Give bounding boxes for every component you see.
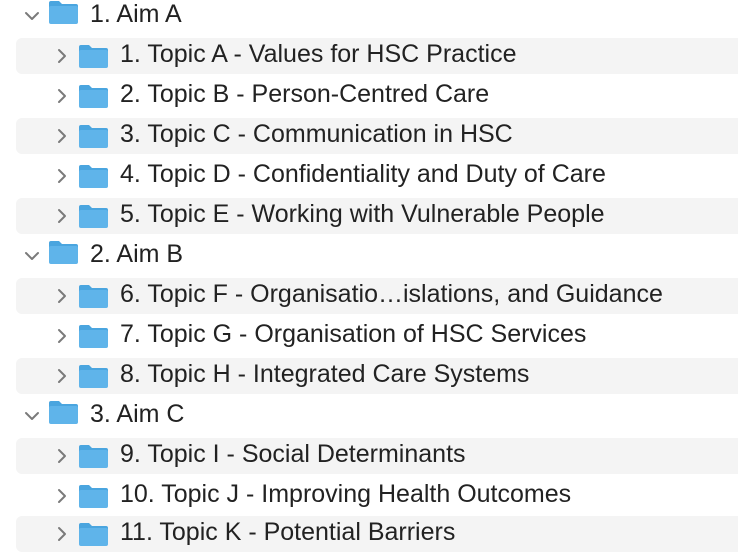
chevron-right-icon[interactable]: [53, 127, 71, 145]
folder-row-topic-c[interactable]: 3. Topic C - Communication in HSC: [0, 116, 738, 156]
folder-label: 11. Topic K - Potential Barriers: [120, 518, 456, 546]
folder-row-aim-c[interactable]: 3. Aim C: [0, 396, 738, 436]
folder-icon: [78, 521, 109, 547]
folder-label: 3. Topic C - Communication in HSC: [120, 120, 513, 148]
folder-label: 2. Topic B - Person-Centred Care: [120, 80, 490, 108]
folder-label: 10. Topic J - Improving Health Outcomes: [120, 480, 572, 508]
folder-label: 9. Topic I - Social Determinants: [120, 440, 466, 468]
chevron-right-icon[interactable]: [53, 87, 71, 105]
folder-label: 6. Topic F - Organisatio…islations, and …: [120, 280, 663, 308]
folder-label: 8. Topic H - Integrated Care Systems: [120, 360, 530, 388]
chevron-right-icon[interactable]: [53, 167, 71, 185]
folder-icon: [78, 443, 109, 469]
folder-icon: [48, 0, 79, 25]
folder-icon: [78, 83, 109, 109]
folder-label: 7. Topic G - Organisation of HSC Service…: [120, 320, 587, 348]
chevron-right-icon[interactable]: [53, 287, 71, 305]
folder-label: 1. Topic A - Values for HSC Practice: [120, 40, 517, 68]
folder-icon: [78, 163, 109, 189]
chevron-right-icon[interactable]: [53, 525, 71, 543]
folder-row-topic-f[interactable]: 6. Topic F - Organisatio…islations, and …: [0, 276, 738, 316]
chevron-down-icon[interactable]: [23, 247, 41, 265]
folder-icon: [78, 483, 109, 509]
chevron-down-icon[interactable]: [23, 407, 41, 425]
folder-row-topic-e[interactable]: 5. Topic E - Working with Vulnerable Peo…: [0, 196, 738, 236]
folder-icon: [78, 43, 109, 69]
chevron-right-icon[interactable]: [53, 447, 71, 465]
chevron-right-icon[interactable]: [53, 487, 71, 505]
folder-icon: [78, 123, 109, 149]
folder-icon: [48, 399, 79, 425]
chevron-right-icon[interactable]: [53, 367, 71, 385]
chevron-right-icon[interactable]: [53, 327, 71, 345]
folder-label: 4. Topic D - Confidentiality and Duty of…: [120, 160, 606, 188]
folder-row-aim-a[interactable]: 1. Aim A: [0, 0, 738, 36]
chevron-down-icon[interactable]: [23, 7, 41, 25]
folder-row-topic-a[interactable]: 1. Topic A - Values for HSC Practice: [0, 36, 738, 76]
folder-icon: [48, 239, 79, 265]
folder-row-topic-h[interactable]: 8. Topic H - Integrated Care Systems: [0, 356, 738, 396]
folder-label: 5. Topic E - Working with Vulnerable Peo…: [120, 200, 605, 228]
folder-row-topic-k[interactable]: 11. Topic K - Potential Barriers: [0, 514, 738, 553]
folder-label: 2. Aim B: [90, 240, 184, 268]
folder-row-topic-g[interactable]: 7. Topic G - Organisation of HSC Service…: [0, 316, 738, 356]
folder-row-topic-d[interactable]: 4. Topic D - Confidentiality and Duty of…: [0, 156, 738, 196]
folder-label: 1. Aim A: [90, 0, 182, 28]
folder-icon: [78, 203, 109, 229]
folder-row-topic-b[interactable]: 2. Topic B - Person-Centred Care: [0, 76, 738, 116]
folder-row-aim-b[interactable]: 2. Aim B: [0, 236, 738, 276]
folder-label: 3. Aim C: [90, 400, 185, 428]
folder-icon: [78, 283, 109, 309]
folder-tree: 1. Aim A 1. Topic A - Values for HSC Pra…: [0, 0, 738, 553]
chevron-right-icon[interactable]: [53, 47, 71, 65]
folder-row-topic-j[interactable]: 10. Topic J - Improving Health Outcomes: [0, 476, 738, 516]
folder-icon: [78, 323, 109, 349]
folder-row-topic-i[interactable]: 9. Topic I - Social Determinants: [0, 436, 738, 476]
folder-icon: [78, 363, 109, 389]
chevron-right-icon[interactable]: [53, 207, 71, 225]
